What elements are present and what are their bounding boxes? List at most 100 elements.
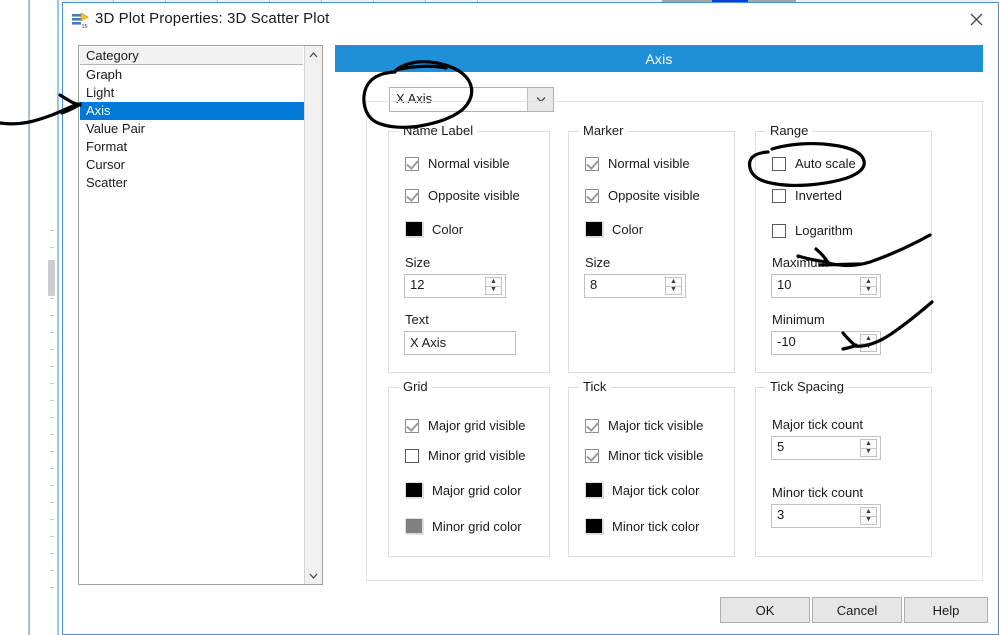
marker-color-row[interactable]: Color (585, 221, 643, 237)
stepper-buttons[interactable]: ▲ ▼ (485, 277, 502, 295)
stepper-buttons[interactable]: ▲ ▼ (860, 277, 877, 295)
range-inverted-row[interactable]: Inverted (772, 188, 842, 203)
minor-tick-count-stepper[interactable]: 3 ▲ ▼ (771, 504, 881, 528)
checkbox-major-tick-visible-label: Major tick visible (608, 418, 704, 433)
name-label-opposite-visible-row[interactable]: Opposite visible (405, 188, 520, 203)
checkbox-opposite-visible[interactable] (585, 188, 599, 203)
color-swatch-label: Minor grid color (432, 518, 522, 534)
stepper-down-icon[interactable]: ▼ (486, 286, 501, 294)
chevron-down-icon[interactable] (305, 567, 322, 584)
stepper-buttons[interactable]: ▲ ▼ (860, 507, 877, 525)
category-list-scrollbar[interactable] (304, 46, 322, 584)
tick-major-visible-row[interactable]: Major tick visible (585, 418, 703, 433)
marker-group-title: Marker (579, 123, 628, 138)
marker-normal-visible-row[interactable]: Normal visible (585, 156, 690, 171)
name-label-size-stepper[interactable]: 12 ▲ ▼ (404, 274, 506, 298)
stepper-buttons[interactable]: ▲ ▼ (860, 334, 877, 352)
background-vertical-rule-outer (28, 0, 30, 635)
stepper-buttons[interactable]: ▲ ▼ (665, 277, 682, 295)
name-label-size-label: Size (405, 255, 431, 270)
minor-tick-count-value: 3 (777, 507, 785, 522)
stepper-up-icon[interactable]: ▲ (861, 508, 876, 516)
name-label-text-input[interactable]: X Axis (404, 331, 516, 355)
plot-properties-dialog: 15 3D Plot Properties: 3D Scatter Plot C… (62, 2, 999, 635)
color-swatch[interactable] (585, 518, 603, 534)
marker-opposite-visible-row[interactable]: Opposite visible (585, 188, 700, 203)
color-swatch[interactable] (585, 482, 603, 498)
close-icon[interactable] (954, 3, 998, 35)
color-swatch-label: Major grid color (432, 482, 522, 498)
tick-major-color-row[interactable]: Major tick color (585, 482, 699, 498)
checkbox-logarithm[interactable] (772, 223, 786, 238)
color-swatch-label: Color (432, 221, 464, 237)
sidebar-item-value-pair[interactable]: Value Pair (80, 120, 303, 138)
checkbox-minor-tick-visible-label: Minor tick visible (608, 448, 704, 463)
help-button[interactable]: Help (904, 597, 988, 623)
checkbox-auto-scale[interactable] (772, 156, 786, 171)
dialog-title: 3D Plot Properties: 3D Scatter Plot (95, 10, 330, 27)
checkbox-auto-scale-label: Auto scale (795, 156, 856, 171)
checkbox-opposite-visible[interactable] (405, 188, 419, 203)
checkbox-minor-grid-visible[interactable] (405, 448, 419, 463)
range-maximum-stepper[interactable]: 10 ▲ ▼ (771, 274, 881, 298)
checkbox-minor-grid-visible-label: Minor grid visible (428, 448, 526, 463)
checkbox-normal-visible[interactable] (585, 156, 599, 171)
range-group: Range Auto scale Inverted Logarithm Maxi… (755, 123, 932, 373)
grid-minor-visible-row[interactable]: Minor grid visible (405, 448, 526, 463)
range-minimum-stepper[interactable]: -10 ▲ ▼ (771, 331, 881, 355)
grid-major-color-row[interactable]: Major grid color (405, 482, 522, 498)
stepper-down-icon[interactable]: ▼ (861, 516, 876, 524)
axis-section-banner: Axis (335, 45, 983, 72)
name-label-normal-visible-row[interactable]: Normal visible (405, 156, 510, 171)
sidebar-item-scatter[interactable]: Scatter (80, 174, 303, 192)
sidebar-item-light[interactable]: Light (80, 84, 303, 102)
grid-minor-color-row[interactable]: Minor grid color (405, 518, 522, 534)
checkbox-logarithm-label: Logarithm (795, 223, 853, 238)
marker-size-stepper[interactable]: 8 ▲ ▼ (584, 274, 686, 298)
tick-minor-color-row[interactable]: Minor tick color (585, 518, 699, 534)
stepper-buttons[interactable]: ▲ ▼ (860, 439, 877, 457)
tick-minor-visible-row[interactable]: Minor tick visible (585, 448, 703, 463)
grid-major-visible-row[interactable]: Major grid visible (405, 418, 526, 433)
stepper-up-icon[interactable]: ▲ (861, 440, 876, 448)
cancel-button[interactable]: Cancel (812, 597, 902, 623)
ok-button[interactable]: OK (720, 597, 810, 623)
color-swatch-label: Minor tick color (612, 518, 700, 534)
chevron-up-icon[interactable] (305, 46, 322, 63)
checkbox-major-tick-visible[interactable] (585, 418, 599, 433)
sidebar-item-cursor[interactable]: Cursor (80, 156, 303, 174)
checkbox-major-grid-visible-label: Major grid visible (428, 418, 526, 433)
stepper-up-icon[interactable]: ▲ (666, 278, 681, 286)
stepper-down-icon[interactable]: ▼ (861, 286, 876, 294)
category-list-header: Category (80, 47, 303, 65)
color-swatch[interactable] (585, 221, 603, 237)
stepper-up-icon[interactable]: ▲ (861, 278, 876, 286)
stepper-up-icon[interactable]: ▲ (486, 278, 501, 286)
checkbox-inverted[interactable] (772, 188, 786, 203)
checkbox-major-grid-visible[interactable] (405, 418, 419, 433)
app-icon: 15 (71, 11, 89, 30)
dialog-titlebar: 15 3D Plot Properties: 3D Scatter Plot (63, 3, 998, 36)
grid-group-title: Grid (399, 379, 432, 394)
stepper-down-icon[interactable]: ▼ (861, 343, 876, 351)
sidebar-item-format[interactable]: Format (80, 138, 303, 156)
color-swatch[interactable] (405, 482, 423, 498)
sidebar-item-graph[interactable]: Graph (80, 66, 303, 84)
checkbox-inverted-label: Inverted (795, 188, 842, 203)
sidebar-item-axis[interactable]: Axis (80, 102, 310, 120)
name-label-color-row[interactable]: Color (405, 221, 463, 237)
checkbox-minor-tick-visible[interactable] (585, 448, 599, 463)
tick-spacing-group: Tick Spacing Major tick count 5 ▲ ▼ Mino… (755, 379, 932, 557)
stepper-down-icon[interactable]: ▼ (666, 286, 681, 294)
range-logarithm-row[interactable]: Logarithm (772, 223, 853, 238)
range-auto-scale-row[interactable]: Auto scale (772, 156, 856, 171)
color-swatch[interactable] (405, 221, 423, 237)
major-tick-count-stepper[interactable]: 5 ▲ ▼ (771, 436, 881, 460)
background-ruler (50, 230, 54, 600)
stepper-up-icon[interactable]: ▲ (861, 335, 876, 343)
stepper-down-icon[interactable]: ▼ (861, 448, 876, 456)
range-group-title: Range (766, 123, 813, 138)
checkbox-normal-visible[interactable] (405, 156, 419, 171)
color-swatch[interactable] (405, 518, 423, 534)
minor-tick-count-label: Minor tick count (772, 485, 864, 500)
